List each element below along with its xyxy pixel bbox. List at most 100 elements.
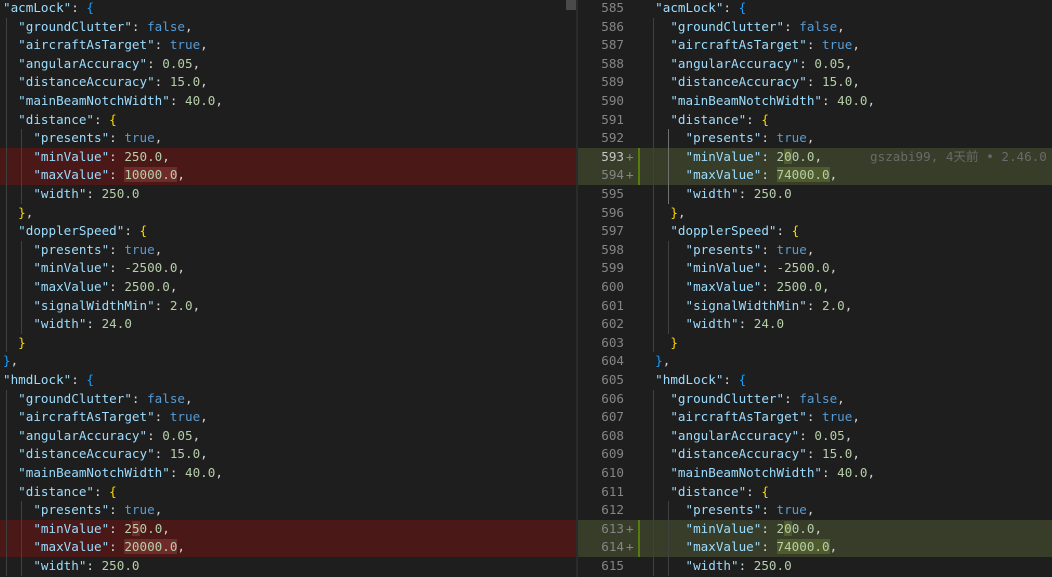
code-token: 2.0 xyxy=(169,297,193,313)
code-line[interactable]: 588 "angularAccuracy": 0.05, xyxy=(578,55,1052,74)
code-line[interactable]: "angularAccuracy": 0.05, xyxy=(0,55,576,74)
code-token: , xyxy=(806,241,815,257)
code-line[interactable]: 603 } xyxy=(578,334,1052,353)
code-line[interactable]: 607 "aircraftAsTarget": true, xyxy=(578,408,1052,427)
code-line[interactable]: 606 "groundClutter": false, xyxy=(578,390,1052,409)
line-number: 612 xyxy=(601,502,624,518)
code-line[interactable]: 600 "maxValue": 2500.0, xyxy=(578,278,1052,297)
added-line[interactable]: 593 + "minValue": 200.0, gszabi99, 4天前 • 2… xyxy=(578,147,1052,167)
code-line[interactable]: "distance": { xyxy=(0,111,576,130)
code-line[interactable]: 591 "distance": { xyxy=(578,111,1052,130)
code-token: 0.05 xyxy=(162,55,193,71)
code-line[interactable]: } xyxy=(0,334,576,353)
code-line[interactable]: 615 "width": 250.0 xyxy=(578,557,1052,576)
code-token: { xyxy=(109,483,117,499)
added-line[interactable]: 614 + "maxValue": 74000.0, xyxy=(578,538,1052,557)
code-line[interactable]: 585 "acmLock": { xyxy=(578,0,1052,18)
code-line[interactable]: "distance": { xyxy=(0,483,576,502)
code-line[interactable]: "presents": true, xyxy=(0,501,576,520)
scrollbar-thumb[interactable] xyxy=(566,0,576,10)
code-token: "dopplerSpeed" xyxy=(670,223,777,239)
code-line[interactable]: "aircraftAsTarget": true, xyxy=(0,408,576,427)
code-line[interactable]: "angularAccuracy": 0.05, xyxy=(0,427,576,446)
code-line[interactable]: 598 "presents": true, xyxy=(578,241,1052,260)
code-line[interactable]: "signalWidthMin": 2.0, xyxy=(0,297,576,316)
line-number: 591 xyxy=(601,111,624,127)
code-line[interactable]: "width": 250.0 xyxy=(0,557,576,576)
code-line[interactable]: "groundClutter": false, xyxy=(0,390,576,409)
code-token: } xyxy=(3,353,11,369)
code-line[interactable]: "mainBeamNotchWidth": 40.0, xyxy=(0,92,576,111)
code-line[interactable]: 612 "presents": true, xyxy=(578,501,1052,520)
code-line[interactable]: "width": 24.0 xyxy=(0,315,576,334)
code-token: 40.0 xyxy=(837,93,868,108)
code-line[interactable]: "hmdLock": { xyxy=(0,371,576,390)
code-line[interactable]: "groundClutter": false, xyxy=(0,18,576,37)
added-line[interactable]: 594 + "maxValue": 74000.0, xyxy=(578,166,1052,185)
code-token: , xyxy=(806,130,815,146)
code-line[interactable]: 602 "width": 24.0 xyxy=(578,315,1052,334)
code-line[interactable]: 610 "mainBeamNotchWidth": 40.0, xyxy=(578,464,1052,483)
code-token: { xyxy=(109,111,117,127)
code-line[interactable]: 587 "aircraftAsTarget": true, xyxy=(578,36,1052,55)
code-line[interactable]: 604 }, xyxy=(578,352,1052,371)
code-line[interactable]: "presents": true, xyxy=(0,241,576,260)
code-line[interactable]: }, xyxy=(0,204,576,223)
code-line[interactable]: 596 }, xyxy=(578,204,1052,223)
code-token: : xyxy=(761,502,777,518)
code-line[interactable]: "maxValue": 2500.0, xyxy=(0,278,576,297)
code-text: "maxValue": 20000.0, xyxy=(3,538,185,557)
modified-pane[interactable]: 585 "acmLock": {586 "groundClutter": fal… xyxy=(578,0,1052,577)
code-token: : xyxy=(86,558,102,573)
code-line[interactable]: "distanceAccuracy": 15.0, xyxy=(0,73,576,92)
code-line[interactable]: "acmLock": { xyxy=(0,0,576,18)
code-token: : xyxy=(761,520,777,536)
code-token: { xyxy=(738,0,747,15)
code-token: "aircraftAsTarget" xyxy=(18,37,155,53)
added-line[interactable]: 613 + "minValue": 200.0, xyxy=(578,519,1052,539)
code-token: 24.0 xyxy=(101,316,132,332)
indent-guide xyxy=(6,389,7,576)
code-line[interactable]: 601 "signalWidthMin": 2.0, xyxy=(578,297,1052,316)
code-line[interactable]: "mainBeamNotchWidth": 40.0, xyxy=(0,464,576,483)
code-line[interactable]: "aircraftAsTarget": true, xyxy=(0,36,576,55)
code-text: "presents": true, xyxy=(640,241,815,260)
removed-line[interactable]: "maxValue": 10000.0, xyxy=(0,166,576,185)
code-line[interactable]: 589 "distanceAccuracy": 15.0, xyxy=(578,73,1052,92)
code-token: , xyxy=(829,539,838,555)
code-line[interactable]: 609 "distanceAccuracy": 15.0, xyxy=(578,445,1052,464)
code-line[interactable]: 595 "width": 250.0 xyxy=(578,185,1052,204)
code-token: : xyxy=(738,558,754,573)
code-line[interactable]: 599 "minValue": -2500.0, xyxy=(578,259,1052,278)
code-line[interactable]: 605 "hmdLock": { xyxy=(578,371,1052,390)
code-line[interactable]: "width": 250.0 xyxy=(0,185,576,204)
code-line[interactable]: "dopplerSpeed": { xyxy=(0,222,576,241)
removed-line[interactable]: "maxValue": 20000.0, xyxy=(0,538,576,557)
code-line[interactable]: }, xyxy=(0,352,576,371)
code-line[interactable]: "presents": true, xyxy=(0,129,576,148)
code-token: , xyxy=(200,446,208,462)
removed-line[interactable]: "minValue": 250.0, xyxy=(0,519,576,539)
code-line[interactable]: "distanceAccuracy": 15.0, xyxy=(0,445,576,464)
line-number: 588 xyxy=(601,55,624,71)
code-token: , xyxy=(177,167,186,183)
code-line[interactable]: 586 "groundClutter": false, xyxy=(578,18,1052,37)
code-token: 2.0 xyxy=(822,297,845,313)
code-line[interactable]: "minValue": -2500.0, xyxy=(0,259,576,278)
code-line[interactable]: 597 "dopplerSpeed": { xyxy=(578,222,1052,241)
original-pane[interactable]: "acmLock": { "groundClutter": false, "ai… xyxy=(0,0,576,577)
removed-line[interactable]: "minValue": 250.0, xyxy=(0,147,576,167)
code-line[interactable]: 608 "angularAccuracy": 0.05, xyxy=(578,427,1052,446)
code-line[interactable]: 611 "distance": { xyxy=(578,483,1052,502)
code-token: : xyxy=(746,111,762,127)
code-line[interactable]: 590 "mainBeamNotchWidth": 40.0, xyxy=(578,92,1052,111)
code-line[interactable]: 592 "presents": true, xyxy=(578,129,1052,148)
